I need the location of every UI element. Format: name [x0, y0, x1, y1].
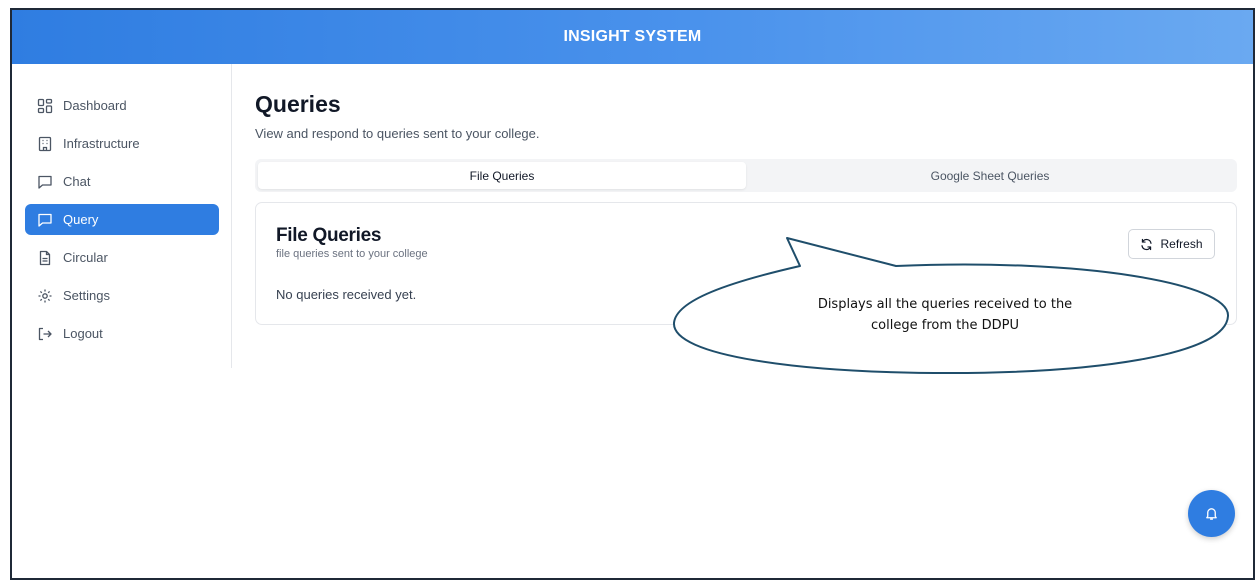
sidebar-item-label: Settings — [63, 288, 110, 303]
logout-icon — [38, 327, 52, 340]
callout-line-2: college from the DDPU — [871, 318, 1019, 333]
sidebar-item-logout[interactable]: Logout — [25, 318, 219, 349]
sidebar-item-label: Circular — [63, 250, 108, 265]
document-icon — [39, 250, 51, 265]
gear-icon — [38, 289, 52, 302]
sidebar-item-dashboard[interactable]: Dashboard — [25, 90, 219, 121]
sidebar-item-chat[interactable]: Chat — [25, 166, 219, 197]
sidebar: Dashboard Infrastructure Chat Query Circ… — [12, 64, 232, 368]
sidebar-item-label: Logout — [63, 326, 103, 341]
app-title: INSIGHT SYSTEM — [563, 28, 702, 45]
sidebar-item-query[interactable]: Query — [25, 204, 219, 235]
chat-bubble-icon — [38, 175, 52, 189]
notifications-button[interactable] — [1188, 490, 1235, 537]
sidebar-item-label: Chat — [63, 174, 91, 189]
app-header: INSIGHT SYSTEM — [12, 10, 1253, 64]
chat-bubble-icon — [38, 213, 52, 227]
sidebar-item-circular[interactable]: Circular — [25, 242, 219, 273]
page-subtitle: View and respond to queries sent to your… — [255, 126, 540, 141]
callout-line-1: Displays all the queries received to the — [817, 297, 1073, 312]
dashboard-grid-icon — [37, 98, 53, 113]
sidebar-item-label: Infrastructure — [63, 136, 140, 151]
bell-icon — [1206, 508, 1217, 520]
sidebar-item-settings[interactable]: Settings — [25, 280, 219, 311]
tab-google-sheet-queries[interactable]: Google Sheet Queries — [746, 162, 1234, 189]
building-icon — [38, 136, 52, 151]
tab-file-queries[interactable]: File Queries — [258, 162, 746, 189]
page-title: Queries — [255, 91, 341, 117]
sidebar-item-label: Query — [63, 212, 99, 227]
tab-bar: File Queries Google Sheet Queries — [255, 159, 1237, 192]
callout-text: Displays all the queries received to the… — [760, 294, 1130, 336]
sidebar-item-label: Dashboard — [63, 98, 127, 113]
sidebar-item-infrastructure[interactable]: Infrastructure — [25, 128, 219, 159]
annotation-callout: Displays all the queries received to the… — [660, 228, 1230, 378]
